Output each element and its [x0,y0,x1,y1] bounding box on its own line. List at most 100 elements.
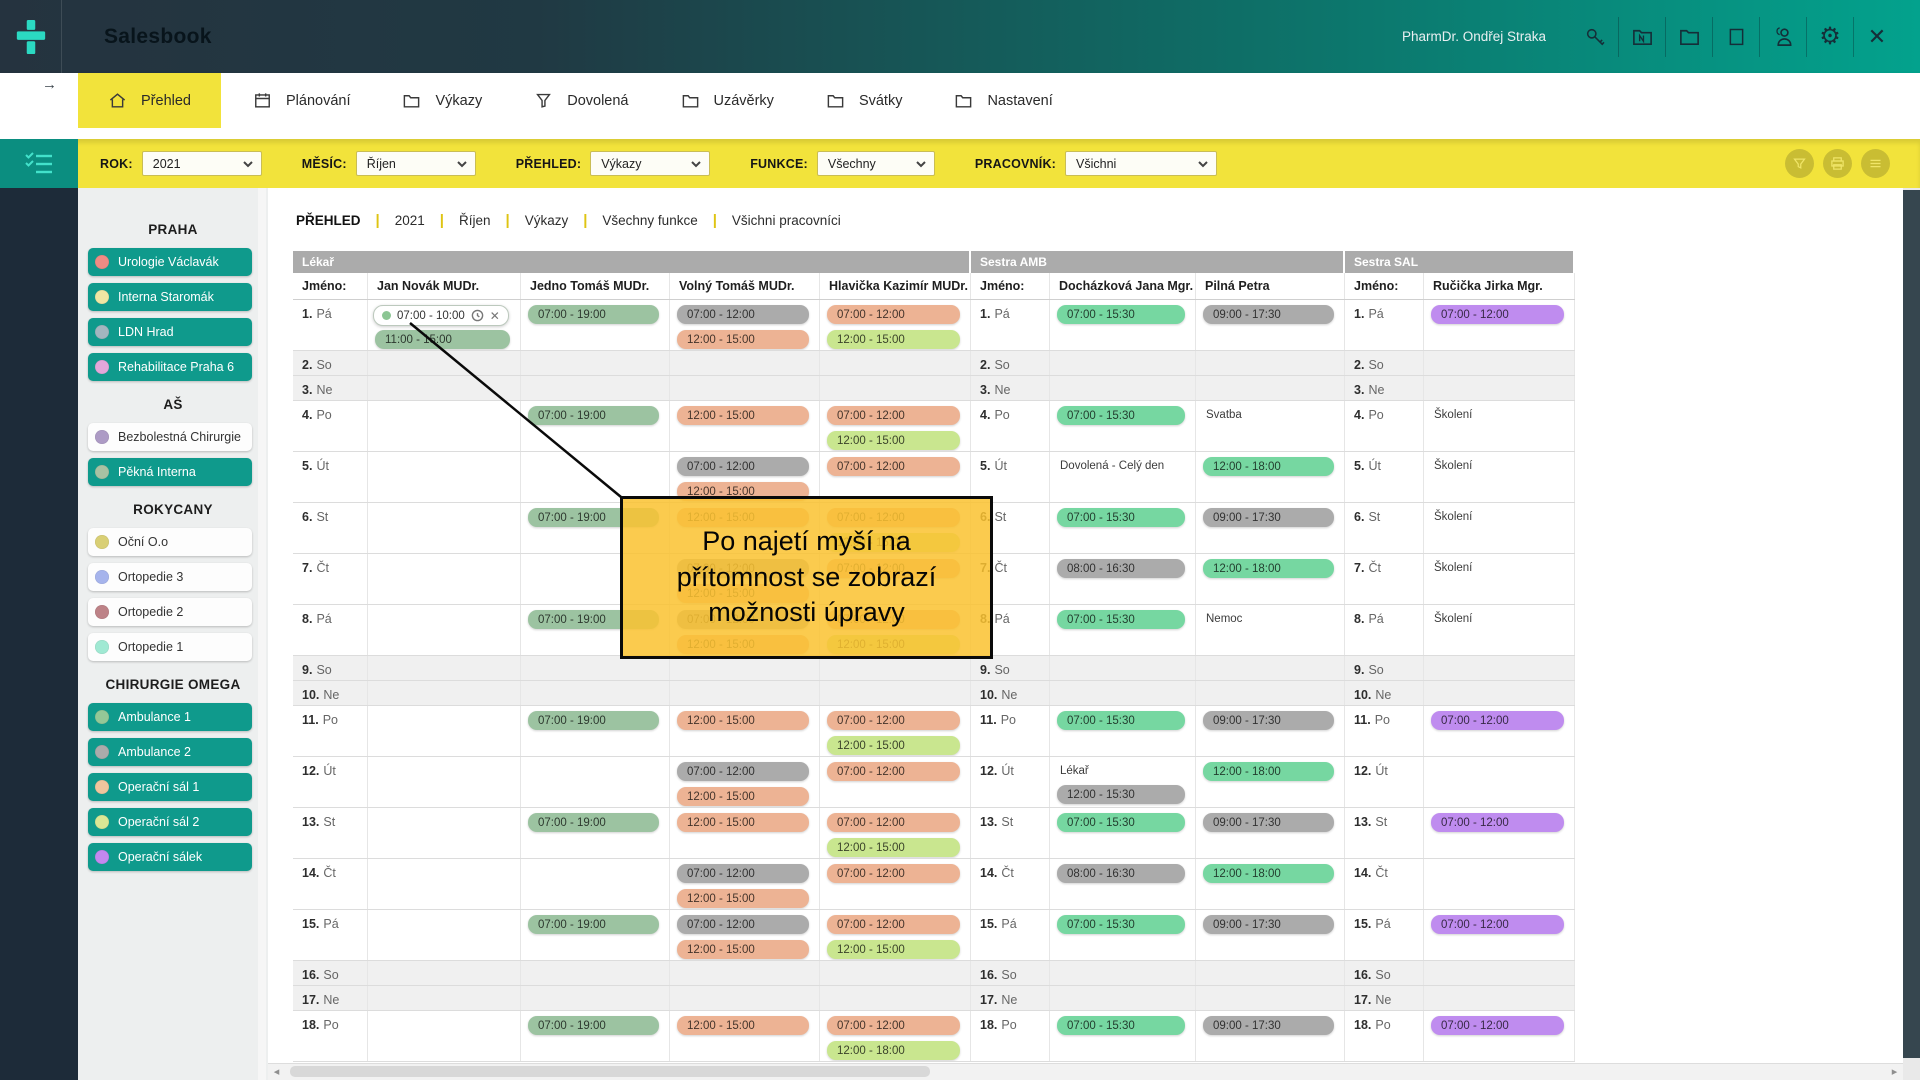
schedule-cell[interactable] [1424,859,1575,909]
schedule-cell[interactable] [1050,681,1196,705]
absence-note[interactable]: Dovolená - Celý den [1050,457,1195,480]
schedule-cell[interactable]: 07:00 - 12:00 [820,859,971,909]
shift-chip[interactable]: 07:00 - 12:00 [1431,1016,1564,1035]
sidebar-item-urologie-v-clav-k[interactable]: Urologie Václavák [88,248,252,276]
schedule-cell[interactable]: 07:00 - 15:30 [1050,300,1196,350]
schedule-cell[interactable] [368,910,521,960]
schedule-cell[interactable]: 09:00 - 17:30 [1196,706,1345,756]
schedule-cell[interactable] [368,401,521,451]
sidebar-item-p-kn-interna[interactable]: Pěkná Interna [88,458,252,486]
shift-chip[interactable]: 12:00 - 18:00 [827,1041,960,1060]
mesic-select[interactable]: Říjen [356,151,476,176]
sidebar-item-ortopedie-1[interactable]: Ortopedie 1 [88,633,252,661]
schedule-cell[interactable] [368,605,521,655]
schedule-cell[interactable]: 07:00 - 12:0012:00 - 15:00 [820,300,971,350]
schedule-cell[interactable] [521,351,670,375]
schedule-cell[interactable]: 08:00 - 16:30 [1050,859,1196,909]
shift-chip[interactable]: 12:00 - 18:00 [1203,762,1334,781]
schedule-cell[interactable] [521,757,670,807]
sidebar-item-ambulance-2[interactable]: Ambulance 2 [88,738,252,766]
shift-chip[interactable]: 12:00 - 15:00 [827,736,960,755]
schedule-cell[interactable]: 12:00 - 18:00 [1196,859,1345,909]
schedule-cell[interactable] [820,656,971,680]
shift-chip[interactable]: 07:00 - 19:00 [528,406,659,425]
shift-chip[interactable]: 07:00 - 19:00 [528,813,659,832]
shift-chip[interactable]: 09:00 - 17:30 [1203,711,1334,730]
sidebar-item-rehabilitace-praha-6[interactable]: Rehabilitace Praha 6 [88,353,252,381]
schedule-cell[interactable]: Školení [1424,605,1575,655]
schedule-cell[interactable] [820,351,971,375]
schedule-cell[interactable]: 12:00 - 15:00 [670,706,820,756]
schedule-cell[interactable]: 07:00 - 12:00 [820,757,971,807]
schedule-cell[interactable] [1050,376,1196,400]
absence-note[interactable]: Školení [1424,508,1574,531]
schedule-cell[interactable]: 07:00 - 19:00 [521,706,670,756]
absence-note[interactable]: Školení [1424,559,1574,582]
schedule-cell[interactable] [1196,986,1345,1010]
shift-chip[interactable]: 07:00 - 12:00 [827,813,960,832]
absence-note[interactable]: Nemoc [1196,610,1344,633]
sidebar-item-o-n-o-o[interactable]: Oční O.o [88,528,252,556]
schedule-cell[interactable] [1196,961,1345,985]
shift-chip[interactable]: 12:00 - 15:00 [827,940,960,959]
funkce-select[interactable]: Všechny [817,151,935,176]
shift-chip[interactable]: 09:00 - 17:30 [1203,813,1334,832]
schedule-cell[interactable]: 07:00 - 12:00 [820,452,971,502]
shift-chip[interactable]: 07:00 - 15:30 [1057,406,1185,425]
shift-chip[interactable]: 07:00 - 12:00 [827,864,960,883]
schedule-cell[interactable] [368,554,521,604]
shift-chip[interactable]: 12:00 - 18:00 [1203,457,1334,476]
schedule-cell[interactable] [368,1011,521,1061]
absence-note[interactable]: Školení [1424,457,1574,480]
schedule-cell[interactable] [368,859,521,909]
shift-chip[interactable]: 07:00 - 12:00 [1431,305,1564,324]
shift-chip[interactable]: 12:00 - 15:00 [677,787,809,806]
shift-chip[interactable]: 08:00 - 16:30 [1057,559,1185,578]
schedule-cell[interactable]: 07:00 - 12:0012:00 - 18:00 [820,1011,971,1061]
schedule-cell[interactable] [521,681,670,705]
schedule-cell[interactable]: 07:00 - 15:30 [1050,401,1196,451]
schedule-cell[interactable] [521,986,670,1010]
shift-chip[interactable]: 12:00 - 18:00 [1203,559,1334,578]
schedule-cell[interactable]: 07:00 - 12:00 [1424,300,1575,350]
shift-chip[interactable]: 07:00 - 12:00 [1431,915,1564,934]
schedule-cell[interactable]: 12:00 - 18:00 [1196,554,1345,604]
sidebar-item-opera-n-s-lek[interactable]: Operační sálek [88,843,252,871]
horizontal-scrollbar-thumb[interactable] [290,1066,930,1077]
shift-chip[interactable]: 07:00 - 12:00 [827,406,960,425]
schedule-cell[interactable]: 07:00 - 15:30 [1050,910,1196,960]
schedule-cell[interactable]: 12:00 - 18:00 [1196,757,1345,807]
schedule-cell[interactable]: 07:00 - 15:30 [1050,1011,1196,1061]
shift-chip[interactable]: 07:00 - 15:30 [1057,813,1185,832]
schedule-cell[interactable]: 07:00 - 12:0012:00 - 15:00 [820,706,971,756]
tab-nastavení[interactable]: Nastavení [928,73,1078,128]
absence-note[interactable]: Školení [1424,610,1574,633]
shift-chip[interactable]: 09:00 - 17:30 [1203,508,1334,527]
schedule-cell[interactable] [368,681,521,705]
tab-přehled[interactable]: Přehled [78,73,221,128]
schedule-cell[interactable]: 07:00 - 12:00 12:00 - 15:00 [820,808,971,858]
shift-chip[interactable]: 09:00 - 17:30 [1203,915,1334,934]
schedule-cell[interactable]: 07:00 - 12:0012:00 - 15:00 [670,910,820,960]
schedule-cell[interactable] [521,656,670,680]
shift-chip[interactable]: 12:00 - 15:00 [827,431,960,450]
schedule-cell[interactable] [1424,757,1575,807]
schedule-cell[interactable] [670,351,820,375]
tab-uzávěrky[interactable]: Uzávěrky [655,73,800,128]
close-icon[interactable]: ✕ [1854,17,1900,57]
shift-chip[interactable]: 07:00 - 12:00 [677,305,809,324]
schedule-cell[interactable] [1424,681,1575,705]
shift-chip[interactable]: 07:00 - 12:00 [677,915,809,934]
shift-chip[interactable]: 12:00 - 15:00 [677,711,809,730]
schedule-cell[interactable]: Nemoc [1196,605,1345,655]
schedule-cell[interactable]: 07:00 - 12:0012:00 - 15:00 [670,859,820,909]
schedule-cell[interactable] [368,986,521,1010]
shift-chip[interactable]: 07:00 - 12:00 [677,864,809,883]
schedule-cell[interactable]: Školení [1424,554,1575,604]
schedule-cell[interactable]: 09:00 - 17:30 [1196,300,1345,350]
sidebar-item-opera-n-s-l-1[interactable]: Operační sál 1 [88,773,252,801]
tab-výkazy[interactable]: Výkazy [376,73,508,128]
schedule-cell[interactable]: 12:00 - 18:00 [1196,452,1345,502]
schedule-cell[interactable]: 09:00 - 17:30 [1196,910,1345,960]
shift-chip[interactable]: 12:00 - 15:00 [827,838,960,857]
